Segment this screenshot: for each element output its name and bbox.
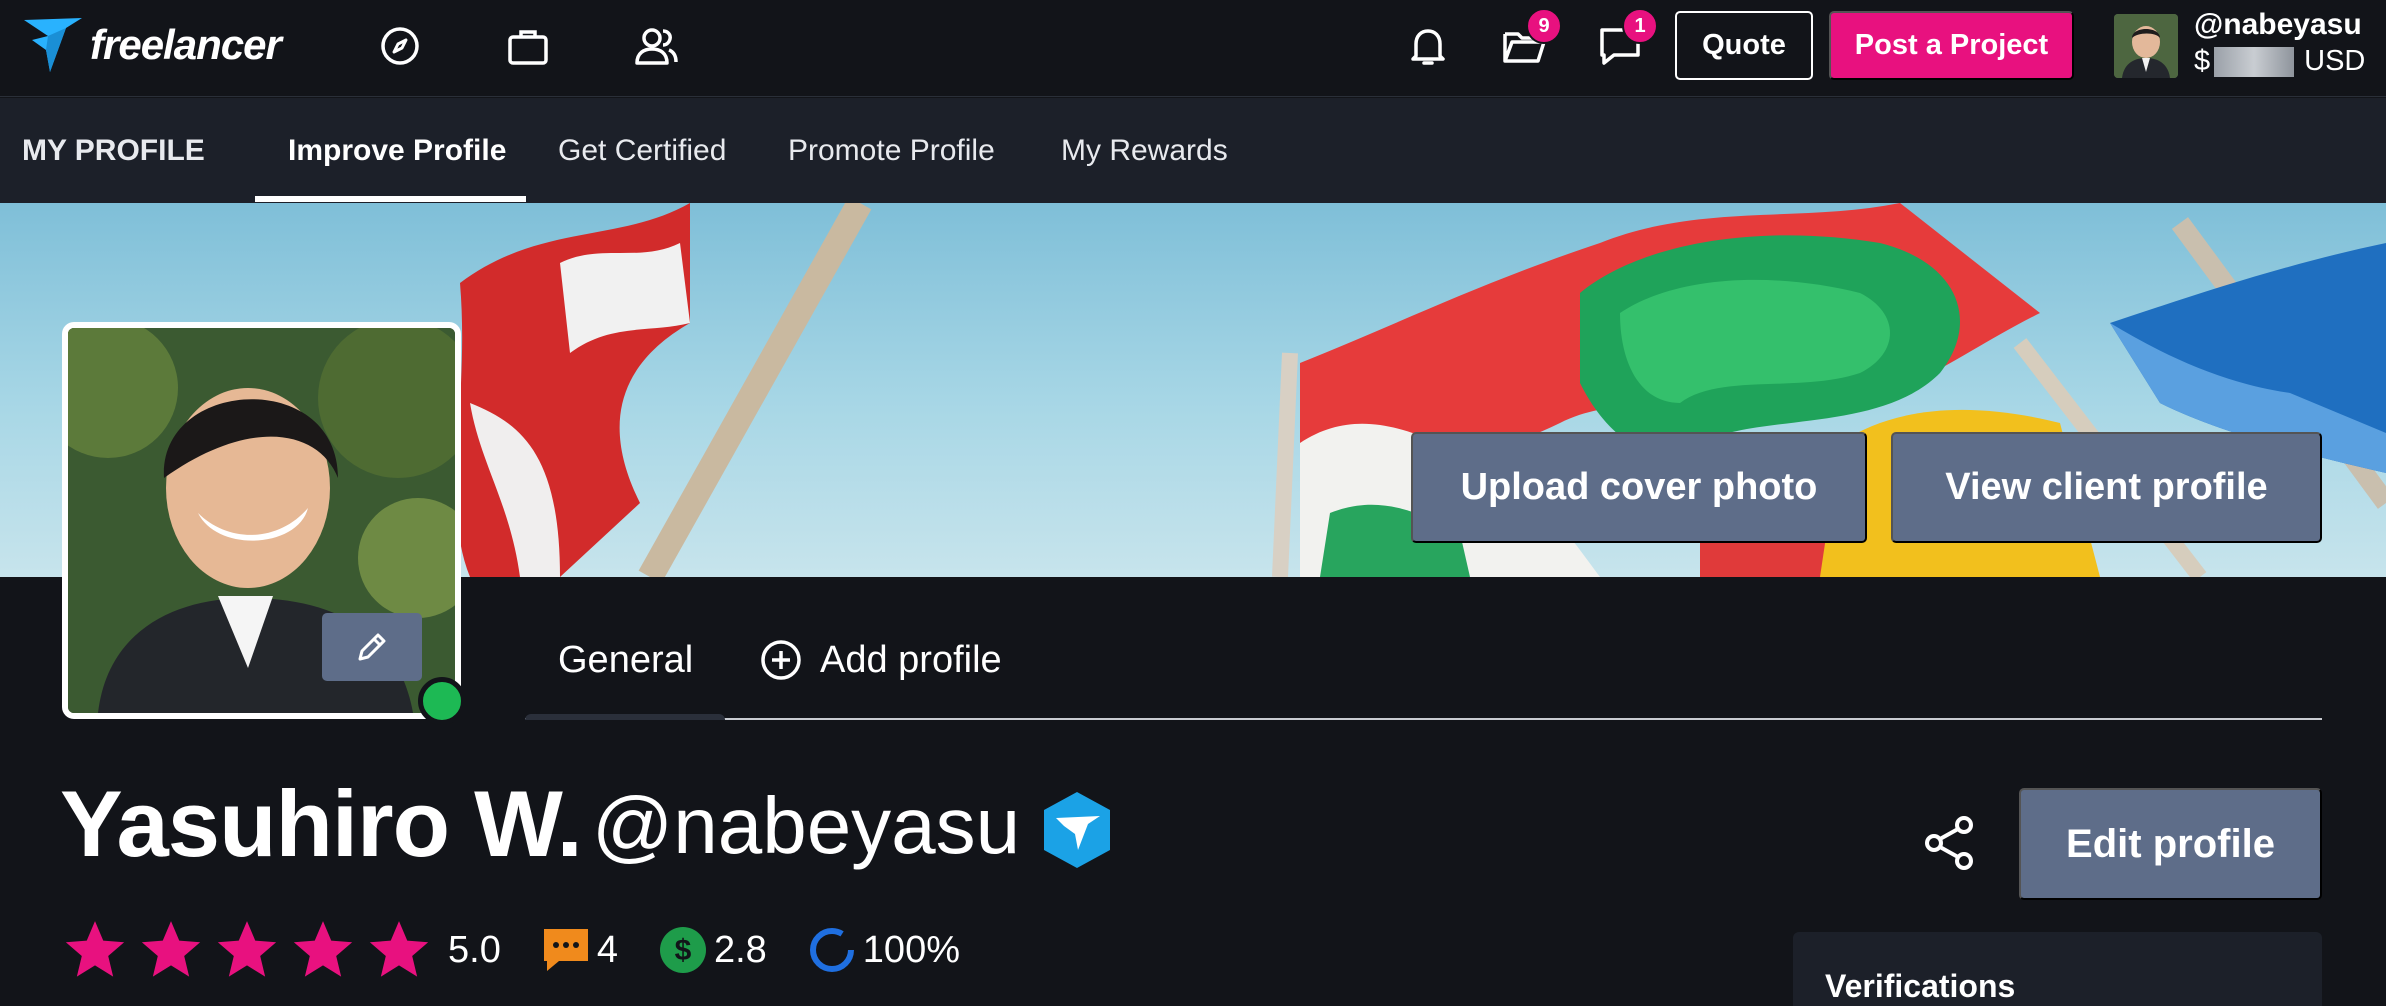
view-client-profile-button[interactable]: View client profile	[1891, 432, 2322, 543]
verified-badge-icon	[1038, 790, 1116, 870]
chat-icon[interactable]: 1	[1596, 8, 1658, 70]
balance-redacted	[2214, 46, 2295, 77]
tab-general[interactable]: General	[558, 620, 693, 700]
user-avatar[interactable]	[2114, 14, 2178, 78]
briefcase-icon[interactable]	[504, 22, 552, 70]
bell-icon[interactable]	[1404, 22, 1452, 70]
edit-avatar-button[interactable]	[322, 613, 422, 681]
balance-currency: USD	[2304, 45, 2366, 77]
verifications-title: Verifications	[1825, 968, 2016, 1004]
star-icon	[217, 921, 277, 977]
logo-wordmark: freelancer	[90, 21, 282, 68]
balance-prefix: $	[2194, 45, 2211, 77]
plus-circle-icon	[761, 640, 801, 680]
freelancer-bird-icon	[24, 18, 82, 72]
star-icon	[369, 921, 429, 977]
my-profile-title: MY PROFILE	[22, 133, 205, 167]
subnav-item-get-certified[interactable]: Get Certified	[558, 98, 726, 203]
quote-button[interactable]: Quote	[1675, 11, 1813, 80]
star-icon	[65, 921, 125, 977]
profile-subnav: MY PROFILE Improve Profile Get Certified…	[0, 98, 2386, 203]
people-icon[interactable]	[632, 22, 680, 70]
online-status-dot	[418, 677, 466, 725]
projects-badge: 9	[1526, 8, 1562, 44]
profile-stats: 5.0 4 $ 2.8 100%	[62, 910, 1000, 990]
completion-rate: 100%	[862, 928, 960, 971]
tabs-divider	[525, 718, 2322, 720]
active-tab-indicator	[525, 714, 725, 720]
freelancer-logo[interactable]: freelancer	[22, 12, 282, 78]
username-label[interactable]: @nabeyasu	[2194, 8, 2362, 42]
tab-add-profile[interactable]: Add profile	[760, 620, 1002, 700]
rating-value: 5.0	[448, 928, 501, 971]
share-icon[interactable]	[1920, 813, 1980, 873]
account-balance[interactable]: $ USD	[2194, 45, 2365, 78]
star-icon	[293, 921, 353, 977]
earnings-score: 2.8	[713, 928, 767, 971]
edit-profile-button[interactable]: Edit profile	[2019, 788, 2322, 900]
earnings-icon: $	[659, 927, 706, 973]
reviews-count: 4	[596, 928, 618, 971]
reviews-icon	[543, 929, 588, 971]
post-project-button[interactable]: Post a Project	[1829, 11, 2074, 80]
pencil-icon	[358, 633, 386, 661]
star-icon	[141, 921, 201, 977]
completion-ring-icon	[809, 928, 854, 972]
add-profile-label: Add profile	[820, 638, 1002, 681]
profile-handle: @nabeyasu	[592, 781, 1021, 870]
folder-icon[interactable]: 9	[1500, 8, 1562, 70]
svg-text:$: $	[675, 934, 692, 967]
upload-cover-photo-button[interactable]: Upload cover photo	[1411, 432, 1867, 543]
profile-name: Yasuhiro W.	[60, 771, 583, 876]
compass-icon[interactable]	[376, 22, 424, 70]
subnav-item-my-rewards[interactable]: My Rewards	[1061, 98, 1228, 203]
subnav-item-promote-profile[interactable]: Promote Profile	[788, 98, 995, 203]
active-subnav-indicator	[255, 196, 526, 202]
verifications-card: Verifications	[1793, 932, 2322, 1006]
top-navigation-bar: freelancer 9 1 Quote Post a Project @nab…	[0, 0, 2386, 97]
subnav-item-improve-profile[interactable]: Improve Profile	[288, 98, 506, 203]
messages-badge: 1	[1622, 8, 1658, 44]
